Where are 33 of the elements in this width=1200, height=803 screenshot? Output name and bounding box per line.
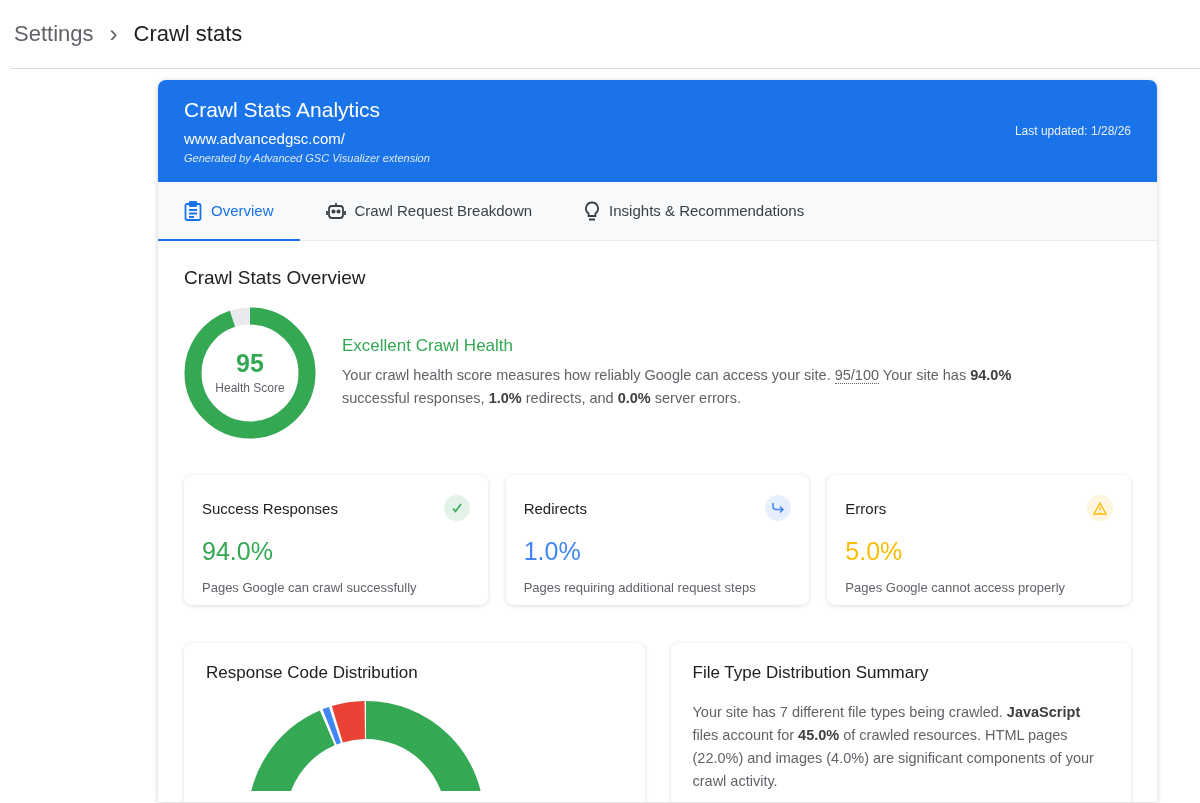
generator-note: Generated by Advanced GSC Visualizer extension — [184, 152, 430, 164]
warning-icon — [1093, 501, 1107, 515]
robot-icon — [325, 201, 346, 220]
health-description: Your crawl health score measures how reliably Google can access your site. 95/100 Your site has 94.0% successful responses, 1.0% redirects, and 0.0% server errors. — [342, 366, 1013, 408]
breadcrumb-separator: › — [109, 20, 118, 48]
clipboard-icon — [184, 200, 202, 221]
last-updated: Last updated: 1/28/26 — [1014, 124, 1131, 140]
stat-caption: Pages Google cannot access properly — [845, 580, 1066, 595]
stat-caption: Pages requiring additional request steps — [523, 580, 757, 595]
stat-title: Success Responses — [202, 499, 338, 517]
health-score: 95 — [236, 349, 264, 378]
report-title: Crawl Stats Analytics — [184, 98, 382, 122]
stat-title: Redirects — [523, 499, 587, 517]
lightbulb-icon — [584, 200, 601, 221]
chart-title: Response Code Distribution — [206, 663, 419, 683]
stat-title: Errors — [845, 499, 887, 517]
tab[interactable]: Insights & Recommendations — [558, 182, 831, 241]
breadcrumb-link[interactable]: Settings — [14, 21, 94, 47]
page-title: Crawl stats — [133, 21, 243, 47]
tab[interactable]: Crawl Request Breakdown — [299, 182, 559, 241]
stat-value: 5.0% — [845, 537, 904, 566]
summary-title: File Type Distribution Summary — [692, 663, 930, 683]
redirect-arrow-icon — [771, 502, 786, 514]
tab[interactable]: Overview — [158, 182, 300, 241]
score-link[interactable]: 95/100 — [834, 367, 880, 384]
summary-text: Your site has 7 different file types being crawled. JavaScript files account for 45.0% of crawled resources. HTML pages (22.0%) and images (4.0%) are significant components of your crawl activity. — [692, 703, 1095, 791]
health-heading: Excellent Crawl Health — [342, 336, 514, 356]
stat-value: 94.0% — [202, 537, 274, 566]
health-score-label: Health Score — [215, 381, 285, 395]
section-title: Crawl Stats Overview — [184, 267, 367, 289]
stat-value: 1.0% — [523, 537, 582, 566]
site-url: www.advancedgsc.com/ — [184, 130, 346, 147]
stat-caption: Pages Google can crawl successfully — [202, 580, 418, 595]
